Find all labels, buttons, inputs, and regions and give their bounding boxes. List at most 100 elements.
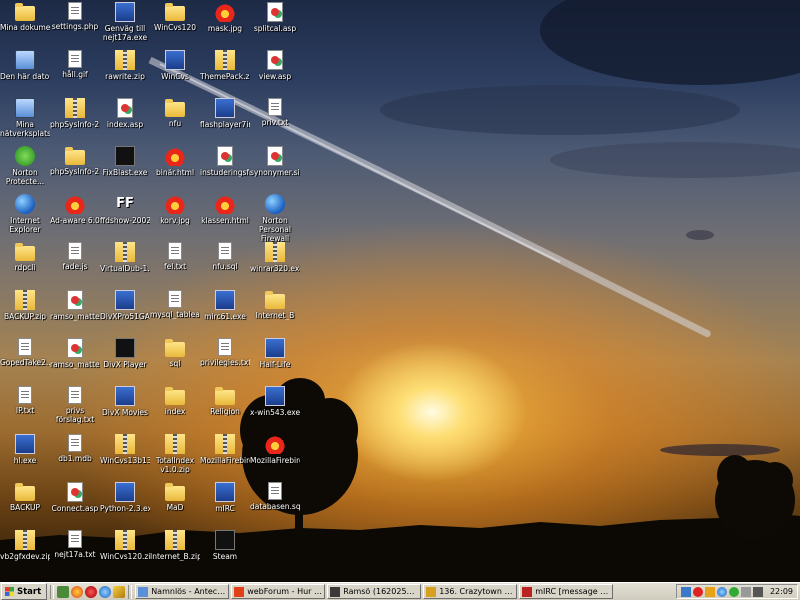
desktop-icon[interactable]: BACKUP.zip [0, 290, 50, 321]
desktop-icon[interactable]: view.asp [250, 50, 300, 81]
desktop-icon[interactable]: DivX Movies [100, 386, 150, 417]
desktop-icon[interactable]: Connect.asp [50, 482, 100, 513]
show-desktop-icon[interactable] [57, 585, 70, 598]
desktop-icon-label: index [164, 407, 186, 416]
desktop-icon[interactable]: settings.php [50, 2, 100, 31]
messenger-icon[interactable] [728, 586, 739, 597]
desktop-icon[interactable]: MaD [150, 482, 200, 512]
alert-icon[interactable] [692, 586, 703, 597]
desktop-icon[interactable]: Python-2.3.exe [100, 482, 150, 513]
desktop-icon[interactable]: hl.exe [0, 434, 50, 465]
desktop-icon-label: DivX Movies [102, 408, 148, 417]
desktop-icon[interactable]: ramso_matte.gif [50, 290, 100, 321]
desktop-icon[interactable]: rdpcli [0, 242, 50, 272]
desktop-icon[interactable]: Genväg till nejt17a.exe [100, 2, 150, 42]
desktop-icon[interactable]: phpSysInfo-2.1 [50, 146, 100, 176]
taskbar-task-button[interactable]: webForum - Hur ser era ... [231, 584, 326, 599]
desktop-icon[interactable]: ramso_matte2.... [50, 338, 100, 369]
firebird-icon[interactable] [71, 585, 84, 598]
desktop-icon[interactable]: Norton Personal Firewall [250, 194, 300, 243]
folder-icon [65, 147, 85, 165]
taskbar-task-button[interactable]: 136. Crazytown - Butter... [423, 584, 518, 599]
start-button[interactable]: Start [1, 583, 48, 600]
desktop-icon[interactable]: nfu.sql [200, 242, 250, 271]
volume-icon[interactable] [752, 586, 763, 597]
desktop-icon[interactable]: TotalIndex v1.0.zip [150, 434, 200, 474]
network-icon[interactable] [680, 586, 691, 597]
desktop-icon[interactable]: klassen.html [200, 194, 250, 225]
desktop-icon[interactable]: Mina dokument [0, 2, 50, 32]
desktop-icon[interactable]: ThemePack.zip [200, 50, 250, 81]
desktop-icon[interactable]: synonymer.sid... [250, 146, 300, 177]
desktop-icon[interactable]: Internet_B.zip [150, 530, 200, 561]
taskbar-task-button[interactable]: Namnlös - Anteckningar [135, 584, 230, 599]
desktop-icon[interactable]: binär.html [150, 146, 200, 177]
desktop[interactable]: Mina dokumentsettings.phpGenväg till nej… [0, 0, 800, 582]
document-icon [68, 386, 82, 404]
web-page-icon [67, 482, 83, 502]
desktop-icon[interactable]: nejt17a.txt [50, 530, 100, 559]
desktop-icon[interactable]: Internet_B [250, 290, 300, 320]
pencil-icon[interactable] [113, 585, 126, 598]
desktop-icon[interactable]: vb2gfxdev.zip [0, 530, 50, 561]
desktop-icon[interactable]: mysql_tablean... [150, 290, 200, 319]
desktop-icon[interactable]: nfu [150, 98, 200, 128]
desktop-icon[interactable]: IP.txt [0, 386, 50, 415]
desktop-icon[interactable]: WinCvs [150, 50, 200, 81]
web-page-icon [217, 146, 233, 166]
desktop-icon[interactable]: Norton Protecte... [0, 146, 50, 186]
desktop-icon-label: db1.mdb [58, 454, 92, 463]
desktop-icon[interactable]: WinCvs13b13.... [100, 434, 150, 465]
desktop-icon[interactable]: MozillaFirebird... [200, 434, 250, 465]
globe-icon[interactable] [716, 586, 727, 597]
clock: 22:09 [769, 587, 793, 596]
desktop-icon[interactable]: phpSysInfo-2... [50, 98, 100, 129]
desktop-icon[interactable]: korv.jpg [150, 194, 200, 225]
desktop-icon[interactable]: instuderingsfr... [200, 146, 250, 177]
desktop-icon[interactable]: håll.gif [50, 50, 100, 79]
desktop-icon[interactable]: WinCvs120 [150, 2, 200, 32]
desktop-icon[interactable]: privs förslag.txt [50, 386, 100, 424]
desktop-icon[interactable]: mirc61.exe [200, 290, 250, 321]
desktop-icon[interactable]: Den här datorn [0, 50, 50, 81]
desktop-icon[interactable]: Internet Explorer [0, 194, 50, 234]
folder-icon [15, 243, 35, 261]
desktop-icon[interactable]: Mina nätverksplatser [0, 98, 50, 138]
desktop-icon[interactable]: db1.mdb [50, 434, 100, 463]
desktop-icon[interactable]: winrar320.exe [250, 242, 300, 273]
desktop-icon[interactable]: GopedTake2.... [0, 338, 50, 367]
desktop-icon[interactable]: Ad-aware 6.0 [50, 194, 100, 225]
desktop-icon[interactable]: databasen.sql [250, 482, 300, 511]
desktop-icon[interactable]: FF ffdshow-2002... [100, 194, 150, 225]
desktop-icon[interactable]: fade.js [50, 242, 100, 271]
desktop-icon[interactable]: privilegies.txt [200, 338, 250, 367]
desktop-icon[interactable]: x-win543.exe [250, 386, 300, 417]
desktop-icon[interactable]: priv.txt [250, 98, 300, 127]
monitor-icon[interactable] [740, 586, 751, 597]
desktop-icon[interactable]: flashplayer7in... [200, 98, 250, 129]
desktop-icon[interactable]: WinCvs120.zip [100, 530, 150, 561]
taskbar-task-button[interactable]: mIRC [message waiting] ... [519, 584, 614, 599]
program-icon [115, 338, 135, 358]
desktop-icon[interactable]: Steam [200, 530, 250, 561]
desktop-icon[interactable]: Religion [200, 386, 250, 416]
media-player-icon[interactable] [85, 585, 98, 598]
desktop-icon[interactable]: Half-Life [250, 338, 300, 369]
desktop-icon[interactable]: DivXPro51GAI... [100, 290, 150, 321]
desktop-icon[interactable]: mIRC [200, 482, 250, 513]
desktop-icon[interactable]: rawrite.zip [100, 50, 150, 81]
desktop-icon[interactable]: MozillaFirebird [250, 434, 300, 465]
desktop-icon[interactable]: BACKUP [0, 482, 50, 512]
desktop-icon[interactable]: index [150, 386, 200, 416]
shield-icon[interactable] [704, 586, 715, 597]
globe-icon[interactable] [99, 585, 112, 598]
desktop-icon[interactable]: sql [150, 338, 200, 368]
desktop-icon[interactable]: splitcal.asp [250, 2, 300, 33]
taskbar-task-button[interactable]: Ramsö (162025106) Away [327, 584, 422, 599]
desktop-icon[interactable]: DivX Player [100, 338, 150, 369]
desktop-icon[interactable]: VirtualDub-1.... [100, 242, 150, 273]
desktop-icon[interactable]: fel.txt [150, 242, 200, 271]
desktop-icon[interactable]: FixBlast.exe [100, 146, 150, 177]
desktop-icon[interactable]: index.asp [100, 98, 150, 129]
desktop-icon[interactable]: mask.jpg [200, 2, 250, 33]
